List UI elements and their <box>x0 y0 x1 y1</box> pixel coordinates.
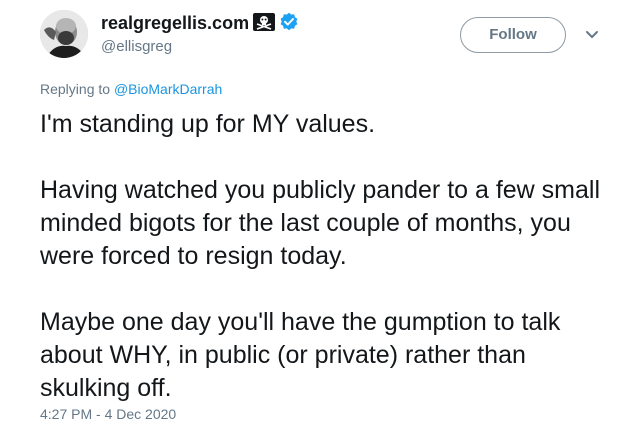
avatar[interactable] <box>40 10 88 58</box>
tweet-text: I'm standing up for MY values. Having wa… <box>40 108 620 405</box>
tweet-paragraph: Maybe one day you'll have the gumption t… <box>40 308 561 402</box>
replying-to-label: Replying to <box>40 81 114 97</box>
replying-to: Replying to @BioMarkDarrah <box>40 80 222 98</box>
chevron-down-icon[interactable] <box>584 28 600 42</box>
tweet-paragraph: I'm standing up for MY values. <box>40 110 376 138</box>
follow-button[interactable]: Follow <box>460 17 566 53</box>
tweet-timestamp[interactable]: 4:27 PM - 4 Dec 2020 <box>40 405 176 423</box>
display-name[interactable]: realgregellis.com <box>101 12 249 34</box>
skull-crossbones-flag-icon <box>253 13 275 31</box>
replying-to-handle-link[interactable]: @BioMarkDarrah <box>114 81 222 97</box>
tweet-paragraph: Having watched you publicly pander to a … <box>40 176 601 270</box>
author-handle[interactable]: @ellisgreg <box>101 38 172 56</box>
tweet-card: realgregellis.com @ellisgreg Follow Repl… <box>0 0 640 432</box>
verified-badge-icon <box>280 12 298 31</box>
avatar-photo <box>40 10 88 58</box>
